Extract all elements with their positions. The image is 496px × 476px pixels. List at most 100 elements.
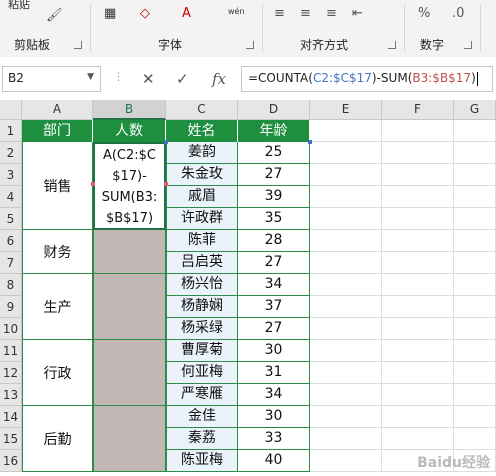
format-painter-icon[interactable]: 🖌 [46,8,63,23]
phonetic-guide-button[interactable]: wén [228,7,245,16]
name-cell[interactable]: 杨兴怡 [166,274,238,296]
name-box[interactable]: B2 ▼ [2,66,101,92]
name-cell[interactable]: 金佳 [166,406,238,428]
enter-icon[interactable]: ✓ [176,70,189,88]
empty-cell[interactable] [454,230,496,252]
indent-icon[interactable]: ⇤ [352,6,363,21]
name-cell[interactable]: 许政群 [166,208,238,230]
age-cell[interactable]: 28 [238,230,310,252]
percent-icon[interactable]: % [418,6,430,21]
age-cell[interactable]: 34 [238,274,310,296]
alignment-launcher-icon[interactable] [388,41,396,49]
font-launcher-icon[interactable] [246,41,254,49]
row-header-16[interactable]: 16 [0,450,22,472]
empty-cell[interactable] [310,164,382,186]
row-header-5[interactable]: 5 [0,208,22,230]
age-cell[interactable]: 27 [238,164,310,186]
cancel-icon[interactable]: ✕ [142,70,155,88]
department-cell[interactable]: 行政 [22,340,93,406]
empty-cell[interactable] [382,252,454,274]
empty-cell[interactable] [310,296,382,318]
row-header-9[interactable]: 9 [0,296,22,318]
column-header-g[interactable]: G [454,100,496,120]
empty-cell[interactable] [310,384,382,406]
header-cell-4[interactable]: 年龄 [238,120,310,142]
header-cell-1[interactable]: 部门 [22,120,93,142]
empty-cell[interactable] [310,142,382,164]
empty-cell[interactable] [454,120,496,142]
column-header-a[interactable]: A [22,100,93,120]
row-header-14[interactable]: 14 [0,406,22,428]
font-color-icon[interactable]: A [182,6,191,21]
paste-button[interactable]: 粘贴 [8,0,30,12]
empty-cell[interactable] [310,340,382,362]
name-cell[interactable]: 秦荔 [166,428,238,450]
align-right-icon[interactable]: ≡ [326,6,337,21]
empty-cell[interactable] [454,384,496,406]
empty-cell[interactable] [382,120,454,142]
row-header-10[interactable]: 10 [0,318,22,340]
column-header-e[interactable]: E [310,100,382,120]
clipboard-launcher-icon[interactable] [74,41,82,49]
row-header-4[interactable]: 4 [0,186,22,208]
select-all-corner[interactable] [0,100,22,120]
merged-count-cell[interactable] [93,340,166,406]
align-left-icon[interactable]: ≡ [274,6,285,21]
empty-cell[interactable] [382,428,454,450]
empty-cell[interactable] [454,164,496,186]
age-cell[interactable]: 35 [238,208,310,230]
decimal-icon[interactable]: .0 [452,6,464,21]
empty-cell[interactable] [310,274,382,296]
name-cell[interactable]: 戚眉 [166,186,238,208]
empty-cell[interactable] [382,362,454,384]
empty-cell[interactable] [382,164,454,186]
merged-count-cell[interactable] [93,406,166,472]
insert-function-icon[interactable]: fx [212,70,226,88]
name-cell[interactable]: 杨静娴 [166,296,238,318]
column-header-c[interactable]: C [166,100,238,120]
name-cell[interactable]: 朱金玫 [166,164,238,186]
empty-cell[interactable] [454,186,496,208]
age-cell[interactable]: 25 [238,142,310,164]
row-header-2[interactable]: 2 [0,142,22,164]
name-cell[interactable]: 陈亚梅 [166,450,238,472]
empty-cell[interactable] [454,274,496,296]
row-header-11[interactable]: 11 [0,340,22,362]
empty-cell[interactable] [310,186,382,208]
age-cell[interactable]: 27 [238,318,310,340]
age-cell[interactable]: 39 [238,186,310,208]
empty-cell[interactable] [310,120,382,142]
chevron-down-icon[interactable]: ▼ [87,72,94,82]
active-cell-b2[interactable]: A(C2:$C $17)- SUM(B3: $B$17) [93,142,166,230]
empty-cell[interactable] [310,406,382,428]
empty-cell[interactable] [454,428,496,450]
empty-cell[interactable] [382,274,454,296]
empty-cell[interactable] [382,318,454,340]
age-cell[interactable]: 40 [238,450,310,472]
row-header-3[interactable]: 3 [0,164,22,186]
row-header-7[interactable]: 7 [0,252,22,274]
empty-cell[interactable] [454,142,496,164]
empty-cell[interactable] [454,318,496,340]
row-header-15[interactable]: 15 [0,428,22,450]
name-cell[interactable]: 姜韵 [166,142,238,164]
empty-cell[interactable] [310,428,382,450]
empty-cell[interactable] [382,186,454,208]
merged-count-cell[interactable] [93,230,166,274]
age-cell[interactable]: 37 [238,296,310,318]
empty-cell[interactable] [310,230,382,252]
row-header-8[interactable]: 8 [0,274,22,296]
header-cell-3[interactable]: 姓名 [166,120,238,142]
empty-cell[interactable] [382,142,454,164]
name-cell[interactable]: 吕启英 [166,252,238,274]
name-cell[interactable]: 杨采绿 [166,318,238,340]
empty-cell[interactable] [382,208,454,230]
age-cell[interactable]: 33 [238,428,310,450]
empty-cell[interactable] [310,362,382,384]
department-cell[interactable]: 财务 [22,230,93,274]
age-cell[interactable]: 30 [238,340,310,362]
name-cell[interactable]: 陈菲 [166,230,238,252]
header-cell-2[interactable]: 人数 [93,120,166,142]
align-center-icon[interactable]: ≡ [300,6,311,21]
name-cell[interactable]: 严寒雁 [166,384,238,406]
